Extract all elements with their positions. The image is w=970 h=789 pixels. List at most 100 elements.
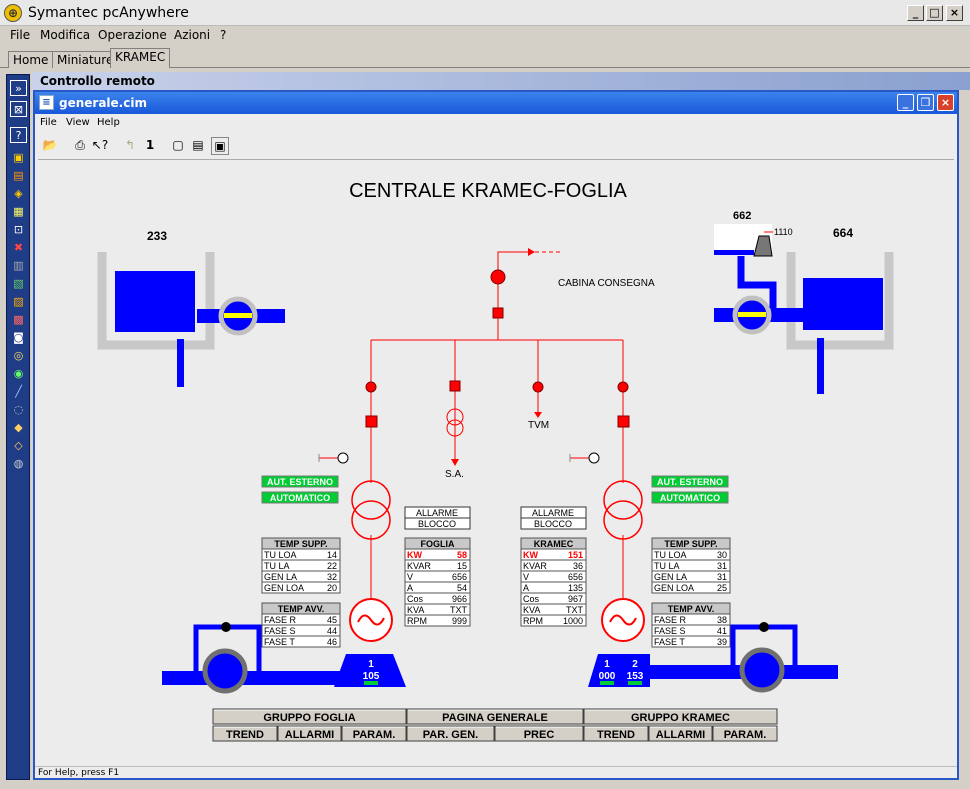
kramec-params-value: 656 xyxy=(568,572,583,582)
tool-icon-8[interactable]: ▧ xyxy=(10,276,27,292)
tool-icon-12[interactable]: ◎ xyxy=(10,348,27,364)
status-right: AUT. ESTERNO AUTOMATICO xyxy=(651,475,729,504)
allarmi-foglia-button-label: ALLARMI xyxy=(285,729,335,741)
switch-right[interactable] xyxy=(617,415,630,428)
unit-right-1-top: 1 xyxy=(604,659,610,670)
open-icon[interactable]: 📂 xyxy=(41,137,59,155)
minimize-button[interactable]: _ xyxy=(907,5,924,21)
earth-switch-right[interactable] xyxy=(588,452,600,464)
breaker-tvm[interactable] xyxy=(532,381,544,393)
valve-right-loop xyxy=(759,622,769,632)
temp-avv-right-value: 38 xyxy=(717,615,727,625)
disconnect-icon[interactable]: ⊠ xyxy=(10,101,27,117)
child-menu-file[interactable]: File xyxy=(40,117,57,128)
temp-supp-left-value: 32 xyxy=(327,572,337,582)
unit-right-2-top: 2 xyxy=(632,659,638,670)
breaker-left[interactable] xyxy=(365,381,377,393)
foglia-params-key: Cos xyxy=(407,594,424,604)
temp-supp-right-key: TU LA xyxy=(654,561,680,571)
back-icon[interactable]: ↰ xyxy=(121,137,139,155)
tool-icon-17[interactable]: ◇ xyxy=(10,438,27,454)
view-icon-3[interactable]: ▣ xyxy=(211,137,229,155)
print-icon[interactable]: ⎙ xyxy=(71,137,89,155)
menu-azioni[interactable]: Azioni xyxy=(174,28,210,42)
breaker-main[interactable] xyxy=(490,269,506,285)
child-menu-bar: File View Help xyxy=(35,114,957,132)
tool-icon-9[interactable]: ▨ xyxy=(10,294,27,310)
breaker-right[interactable] xyxy=(617,381,629,393)
foglia-params-value: 656 xyxy=(452,572,467,582)
turbine-left[interactable] xyxy=(202,648,248,694)
help-icon[interactable]: ? xyxy=(10,127,27,143)
menu-file[interactable]: File xyxy=(10,28,30,42)
menu-bar: File Modifica Operazione Azioni ? xyxy=(0,26,970,46)
tool-icon-15[interactable]: ◌ xyxy=(10,402,27,418)
tool-icon-13[interactable]: ◉ xyxy=(10,366,27,382)
nav-buttons: GRUPPO FOGLIA PAGINA GENERALE GRUPPO KRAME… xyxy=(212,708,778,742)
child-close-button[interactable]: × xyxy=(937,94,954,111)
foglia-params-value: TXT xyxy=(450,605,468,615)
turbine-right[interactable] xyxy=(739,647,785,693)
switch-sa[interactable] xyxy=(449,380,461,392)
left-toolbar: » ⊠ ? ▣ ▤ ◈ ▦ ⊡ ✖ ▥ ▧ ▨ ▩ ◙ ◎ ◉ ╱ ◌ ◆ ◇ … xyxy=(6,74,30,780)
param-foglia-button-label: PARAM. xyxy=(353,729,396,741)
tool-icon-16[interactable]: ◆ xyxy=(10,420,27,436)
tank-small-level xyxy=(714,250,754,255)
child-menu-view[interactable]: View xyxy=(66,117,90,128)
tool-icon-5[interactable]: ⊡ xyxy=(10,222,27,238)
expand-icon[interactable]: » xyxy=(10,80,27,96)
tab-kramec[interactable]: KRAMEC xyxy=(110,48,171,68)
child-minimize-button[interactable]: _ xyxy=(897,94,914,111)
document-icon: ≡ xyxy=(39,95,54,110)
child-restore-button[interactable]: ❐ xyxy=(917,94,934,111)
tool-icon-1[interactable]: ▣ xyxy=(10,150,27,166)
allarme-right-label: ALLARME xyxy=(532,508,574,518)
kramec-params-value: TXT xyxy=(566,605,584,615)
cabina-label: CABINA CONSEGNA xyxy=(558,278,655,289)
temp-avv-left-key: FASE R xyxy=(264,615,297,625)
tool-icon-14[interactable]: ╱ xyxy=(10,384,27,400)
allarmi-kramec-button-label: ALLARMI xyxy=(656,729,706,741)
automatico-left-label: AUTOMATICO xyxy=(270,493,330,503)
page-number: 1 xyxy=(145,138,155,152)
app-title-bar: ⊕ Symantec pcAnywhere _ □ × xyxy=(0,0,970,26)
temp-supp-right-value: 25 xyxy=(717,583,727,593)
valve-right-indicator xyxy=(738,312,766,317)
tab-home[interactable]: Home xyxy=(8,51,54,68)
tool-icon-4[interactable]: ▦ xyxy=(10,204,27,220)
foglia-params-key: V xyxy=(407,572,413,582)
tool-icon-10[interactable]: ▩ xyxy=(10,312,27,328)
transformer-left-top xyxy=(351,480,391,520)
tool-icon-3[interactable]: ◈ xyxy=(10,186,27,202)
tool-icon-18[interactable]: ◍ xyxy=(10,456,27,472)
maximize-button[interactable]: □ xyxy=(926,5,943,21)
tool-icon-2[interactable]: ▤ xyxy=(10,168,27,184)
foglia-header-label: FOGLIA xyxy=(421,539,455,549)
switch-main[interactable] xyxy=(492,307,504,319)
kramec-params-key: KVAR xyxy=(523,561,547,571)
tool-icon-6[interactable]: ✖ xyxy=(10,240,27,256)
switch-left[interactable] xyxy=(365,415,378,428)
temp-supp-right-value: 30 xyxy=(717,550,727,560)
temp-avv-left-value: 44 xyxy=(327,626,337,636)
close-button[interactable]: × xyxy=(946,5,963,21)
child-window: ≡ generale.cim _ ❐ × File View Help 📂 ⎙ … xyxy=(33,90,959,780)
tool-icon-7[interactable]: ▥ xyxy=(10,258,27,274)
status-left: AUT. ESTERNO AUTOMATICO xyxy=(261,475,339,504)
kramec-kw-key: KW xyxy=(523,550,538,560)
tank-small-value: 1110 xyxy=(774,227,793,237)
earth-switch-left[interactable] xyxy=(337,452,349,464)
menu-modifica[interactable]: Modifica xyxy=(40,28,90,42)
view-icon-1[interactable]: ▢ xyxy=(169,137,187,155)
child-menu-help[interactable]: Help xyxy=(97,117,120,128)
menu-operazione[interactable]: Operazione xyxy=(98,28,167,42)
trend-foglia-button-label: TREND xyxy=(226,729,264,741)
view-icon-2[interactable]: ▤ xyxy=(189,137,207,155)
pipe-left-bottom xyxy=(162,671,362,685)
context-help-icon[interactable]: ↖? xyxy=(91,137,109,155)
plant-diagram: CENTRALE KRAMEC-FOGLIA 233 664 662 1110 xyxy=(97,180,894,742)
tab-miniature[interactable]: Miniature xyxy=(52,51,119,68)
tool-icon-11[interactable]: ◙ xyxy=(10,330,27,346)
gruppo-kramec-button-label: GRUPPO KRAMEC xyxy=(631,712,730,724)
menu-help[interactable]: ? xyxy=(220,28,226,42)
